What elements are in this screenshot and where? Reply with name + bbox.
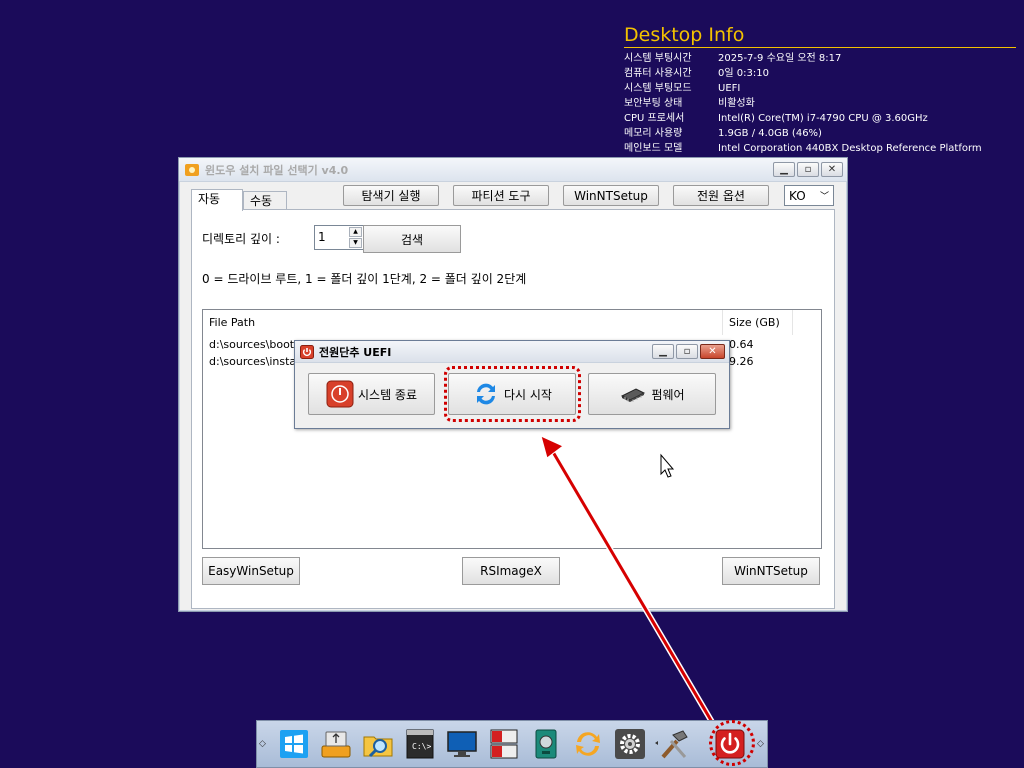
info-row: CPU 프로세서 Intel(R) Core(TM) i7-4790 CPU @ … [624,113,928,124]
info-row: 컴퓨터 사용시간 0일 0:3:10 [624,68,769,79]
disk-tool-icon[interactable] [529,727,563,761]
minimize-button[interactable]: ▁ [652,344,674,359]
file-list-header: File Path Size (GB) [203,310,821,336]
close-button[interactable]: ✕ [821,162,843,177]
info-row: 메인보드 모델 Intel Corporation 440BX Desktop R… [624,143,982,154]
restart-button[interactable]: 다시 시작 [448,373,576,415]
depth-help-text: 0 = 드라이브 루트, 1 = 폴더 깊이 1단계, 2 = 폴더 깊이 2단… [202,272,527,286]
refresh-icon [477,383,495,405]
windows-logo-icon[interactable] [277,727,311,761]
sync-icon[interactable] [571,727,605,761]
depth-stepper[interactable]: ▲ ▼ [314,225,364,250]
rsimagex-button[interactable]: RSImageX [462,557,560,585]
scroll-right-icon[interactable]: ◇ [757,739,765,749]
settings-gear-icon[interactable] [613,727,647,761]
power-dialog: 전원단추 UEFI ▁ ▫ ✕ 시스템 종료 다시 시작 펌웨어 [294,340,730,429]
tools-icon[interactable] [655,727,695,761]
chip-icon [621,388,646,402]
minimize-button[interactable]: ▁ [773,162,795,177]
column-header-file-path[interactable]: File Path [203,310,723,335]
shutdown-button[interactable]: 시스템 종료 [308,373,435,415]
app-icon [185,163,199,176]
power-icon[interactable] [713,727,747,761]
maximize-button[interactable]: ▫ [797,162,819,177]
partition-tool-button[interactable]: 파티션 도구 [453,185,549,206]
firmware-button[interactable]: 펌웨어 [588,373,716,415]
power-options-button[interactable]: 전원 옵션 [673,185,769,206]
search-button[interactable]: 검색 [363,225,461,253]
chevron-down-icon: ﹀ [819,192,829,202]
close-button[interactable]: ✕ [700,344,725,359]
spin-up-icon[interactable]: ▲ [349,227,362,237]
winntsetup-button[interactable]: WinNTSetup [722,557,820,585]
info-row: 시스템 부팅시간 2025-7-9 수요일 오전 8:17 [624,53,842,64]
usb-drive-icon[interactable] [319,727,353,761]
main-titlebar[interactable]: 윈도우 설치 파일 선택기 v4.0 ▁ ▫ ✕ [179,158,847,182]
language-select[interactable]: KO ﹀ [784,185,834,206]
desktop-info-panel: Desktop Info 시스템 부팅시간 2025-7-9 수요일 오전 8:1… [624,24,1016,156]
power-dialog-titlebar[interactable]: 전원단추 UEFI ▁ ▫ ✕ [295,341,729,363]
scroll-left-icon[interactable]: ◇ [259,739,267,749]
info-row: 메모리 사용량 1.9GB / 4.0GB (46%) [624,128,822,139]
power-icon [326,380,354,408]
column-header-size[interactable]: Size (GB) [723,310,793,335]
explorer-button[interactable]: 탐색기 실행 [343,185,439,206]
drive-manager-icon[interactable] [487,727,521,761]
easywinsetup-button[interactable]: EasyWinSetup [202,557,300,585]
desktop-info-title: Desktop Info [624,24,1016,48]
svg-text:C:\>: C:\> [412,742,431,751]
spin-down-icon[interactable]: ▼ [349,238,362,248]
window-title: 윈도우 설치 파일 선택기 v4.0 [205,163,349,177]
depth-label: 디렉토리 깊이 : [202,232,280,246]
monitor-icon[interactable] [445,727,479,761]
info-row: 보안부팅 상태 비활성화 [624,98,755,109]
power-dialog-title: 전원단추 UEFI [319,345,392,359]
power-icon [300,344,314,359]
tab-manual[interactable]: 수동 [243,191,287,211]
winntsetup-toolbar-button[interactable]: WinNTSetup [563,185,659,206]
maximize-button[interactable]: ▫ [676,344,698,359]
command-prompt-icon[interactable]: C:\> [403,727,437,761]
tab-auto[interactable]: 자동 [191,189,243,211]
file-search-icon[interactable] [361,727,395,761]
depth-input[interactable] [315,226,347,247]
taskbar: ◇ ◇ C:\> [256,720,768,768]
info-row: 시스템 부팅모드 UEFI [624,83,741,94]
